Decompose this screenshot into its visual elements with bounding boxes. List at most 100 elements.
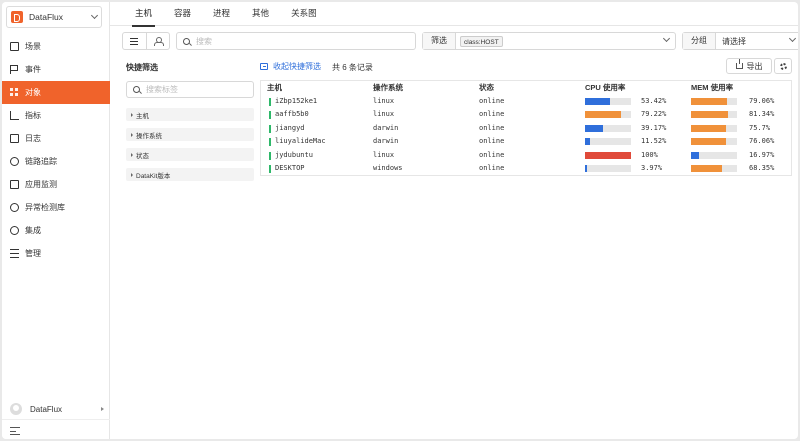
cpu-usage-fill <box>585 124 604 132</box>
quick-filter-group[interactable]: 状态 <box>126 148 254 161</box>
tab-2[interactable]: 进程 <box>202 2 241 26</box>
calendar-icon <box>10 134 19 143</box>
column-header[interactable]: CPU 使用率 <box>585 81 625 95</box>
quick-filter-group[interactable]: DataKit版本 <box>126 168 254 181</box>
sidebar-item-7[interactable]: 异常检测库 <box>2 196 110 219</box>
sidebar-item-3[interactable]: 指标 <box>2 104 110 127</box>
column-settings-button[interactable] <box>774 58 792 74</box>
quick-filter-group[interactable]: 操作系统 <box>126 128 254 141</box>
column-header[interactable]: 操作系统 <box>373 81 403 95</box>
cpu-usage-bar <box>585 97 631 105</box>
chevron-down-icon <box>662 34 671 43</box>
tab-3[interactable]: 其他 <box>241 2 280 26</box>
sidebar-item-label: 管理 <box>25 249 41 258</box>
caret-right-icon <box>131 172 133 177</box>
topology-view-button[interactable] <box>147 33 170 49</box>
sidebar-item-2[interactable]: 对象 <box>2 81 110 104</box>
column-header[interactable]: 状态 <box>479 81 494 95</box>
mem-usage-value: 79.06% <box>749 96 775 105</box>
cpu-usage-fill <box>585 111 622 118</box>
sidebar-item-0[interactable]: 场景 <box>2 35 110 58</box>
tag-search-box <box>126 81 254 98</box>
cpu-usage-value: 3.97% <box>641 164 663 172</box>
filter-box[interactable]: 筛选 class:HOST <box>422 32 676 50</box>
scene-icon <box>10 42 19 51</box>
host-name[interactable]: iZbp152ke1 <box>275 95 317 109</box>
sidebar-item-label: 集成 <box>25 226 41 235</box>
tab-0[interactable]: 主机 <box>124 2 163 27</box>
status-text: online <box>479 96 505 105</box>
filter-chip[interactable]: class:HOST <box>460 35 503 47</box>
quick-filter-group[interactable]: 主机 <box>126 108 254 121</box>
sidebar-item-label: 链路追踪 <box>25 157 57 166</box>
record-count: 共 6 条记录 <box>332 63 373 72</box>
mem-usage-bar <box>691 151 737 159</box>
sidebar-item-9[interactable]: 管理 <box>2 242 110 265</box>
mem-usage-fill <box>691 138 726 145</box>
online-indicator <box>269 165 271 173</box>
cpu-usage-bar <box>585 165 631 172</box>
cpu-usage-value: 11.52% <box>641 137 667 145</box>
search-icon <box>183 37 190 45</box>
collapse-quick-filter-link[interactable]: 收起快捷筛选 <box>260 61 321 72</box>
caret-right-icon <box>131 152 133 157</box>
gear-icon <box>779 62 787 70</box>
mem-usage-value: 75.7% <box>749 123 771 132</box>
table-row[interactable]: liuyalideMac darwin online 11.52% 76.06% <box>261 135 791 149</box>
status-text: online <box>479 137 505 145</box>
collapse-sidebar-icon[interactable] <box>10 427 20 435</box>
mem-usage-value: 76.06% <box>749 137 775 145</box>
host-name[interactable]: jiangyd <box>275 122 305 136</box>
table-row[interactable]: iZbp152ke1 linux online 53.42% 79.06% <box>261 95 791 109</box>
quick-filter-group-label: DataKit版本 <box>136 172 171 180</box>
sidebar-item-6[interactable]: 应用监测 <box>2 173 110 196</box>
column-header[interactable]: 主机 <box>267 81 282 95</box>
table-row[interactable]: jiangyd darwin online 39.17% 75.7% <box>261 122 791 136</box>
column-header[interactable]: MEM 使用率 <box>691 81 733 95</box>
filter-label: 筛选 <box>423 33 456 49</box>
sidebar-item-5[interactable]: 链路追踪 <box>2 150 110 173</box>
os-name: darwin <box>373 123 399 132</box>
sidebar-item-4[interactable]: 日志 <box>2 127 110 150</box>
host-name[interactable]: aaffb5b0 <box>275 108 309 122</box>
monitor-icon <box>10 180 19 189</box>
sidebar-item-1[interactable]: 事件 <box>2 58 110 81</box>
search-icon <box>133 86 140 93</box>
sidebar-item-label: 日志 <box>25 134 41 143</box>
status-text: online <box>479 150 505 159</box>
export-button[interactable]: 导出 <box>726 58 772 74</box>
hierarchy-icon <box>153 37 164 46</box>
sidebar-nav: 场景 事件对象指标日志链路追踪应用监测 异常检测库集成管理 <box>2 35 110 265</box>
workspace-selector[interactable]: DataFlux <box>6 6 102 28</box>
list-view-button[interactable] <box>123 33 147 49</box>
user-menu[interactable]: DataFlux <box>10 403 104 415</box>
cpu-usage-fill <box>585 97 610 105</box>
mem-usage-bar <box>691 138 737 145</box>
sidebar-item-label: 指标 <box>25 111 41 120</box>
alert-icon <box>10 203 19 212</box>
group-select[interactable]: 分组 请选择 <box>682 32 798 50</box>
cpu-usage-value: 100% <box>641 150 658 159</box>
status-text: online <box>479 123 505 132</box>
flag-icon <box>10 65 19 74</box>
tab-4[interactable]: 关系图 <box>280 2 328 26</box>
tag-search-input[interactable] <box>146 85 246 94</box>
sidebar-item-8[interactable]: 集成 <box>2 219 110 242</box>
sidebar-item-label: 对象 <box>25 88 41 97</box>
table-row[interactable]: jydubuntu linux online 100% 16.97% <box>261 149 791 163</box>
tab-1[interactable]: 容器 <box>163 2 202 26</box>
status-text: online <box>479 164 505 172</box>
host-name[interactable]: jydubuntu <box>275 149 313 163</box>
table-row[interactable]: DESKTOP windows online 3.97% 68.35% <box>261 162 791 176</box>
search-box <box>176 32 416 50</box>
table-row[interactable]: aaffb5b0 linux online 79.22% 81.34% <box>261 108 791 122</box>
host-name[interactable]: DESKTOP <box>275 162 305 176</box>
export-icon <box>735 59 743 69</box>
chart-icon <box>10 111 19 120</box>
table-header: 主机 操作系统 状态 CPU 使用率 MEM 使用率 <box>261 81 791 95</box>
os-name: linux <box>373 150 395 159</box>
search-input[interactable] <box>196 36 376 46</box>
host-name[interactable]: liuyalideMac <box>275 135 326 149</box>
chevron-down-icon <box>788 34 797 43</box>
mem-usage-fill <box>691 165 723 172</box>
